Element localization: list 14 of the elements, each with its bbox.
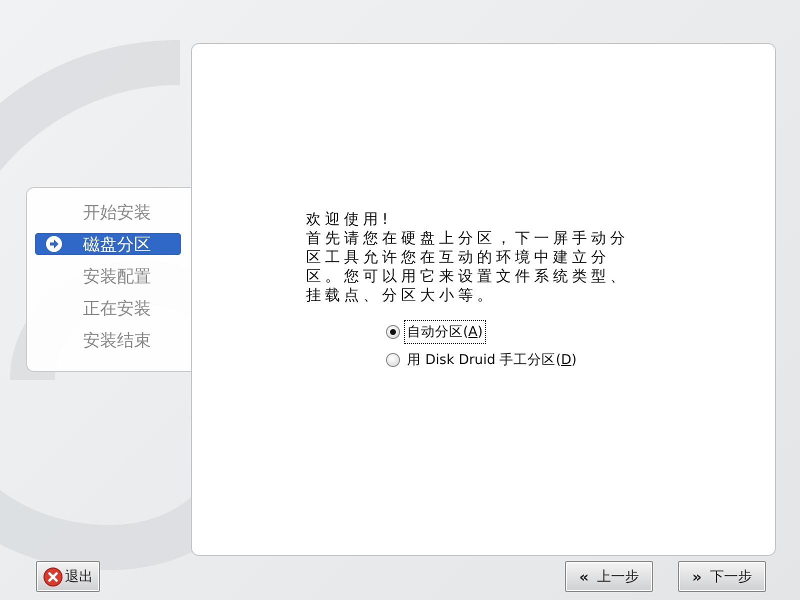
sidebar-step: 安装结束 — [35, 329, 181, 351]
radio-label[interactable]: 自动分区(A) — [404, 320, 486, 344]
exit-button[interactable]: 退出 — [36, 561, 100, 592]
sidebar-step: 磁盘分区 — [35, 233, 181, 255]
back-button[interactable]: « 上一步 — [565, 561, 653, 592]
sidebar-step: 正在安装 — [35, 297, 181, 319]
double-left-icon: « — [579, 568, 589, 586]
welcome-heading: 欢迎使用! — [306, 210, 394, 229]
radio-label[interactable]: 用 Disk Druid 手工分区(D) — [404, 348, 580, 372]
instruction-paragraph: 首先请您在硬盘上分区，下一屏手动分区工具允许您在互动的环境中建立分区。您可以用它来设置文件系统类型、挂载点、分区大小等。 — [306, 229, 630, 305]
next-button[interactable]: » 下一步 — [678, 561, 766, 592]
sidebar-step: 安装配置 — [35, 265, 181, 287]
sidebar-step: 开始安装 — [35, 201, 181, 223]
double-right-icon: » — [692, 568, 702, 586]
